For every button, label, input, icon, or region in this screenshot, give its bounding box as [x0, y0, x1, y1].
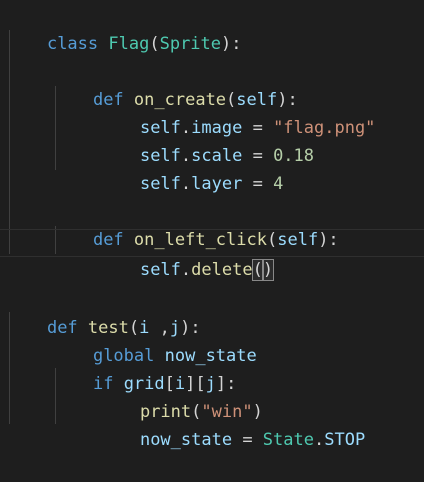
parameter: self — [277, 230, 319, 250]
object: self — [139, 260, 181, 280]
punctuation: ): — [221, 34, 242, 54]
code-line[interactable]: if grid[i][j]: — [52, 342, 236, 394]
code-line[interactable]: def on_left_click(self): — [52, 198, 339, 250]
variable: now_state — [139, 430, 233, 450]
code-line[interactable]: self.layer = 4 — [99, 142, 283, 194]
code-line[interactable]: self.scale = 0.18 — [99, 114, 314, 166]
base-class: Sprite — [159, 34, 222, 54]
punctuation: . — [180, 260, 192, 280]
class-name: Flag — [108, 34, 150, 54]
code-line[interactable]: def test(i ,j): — [6, 286, 201, 338]
bracket-match: ) — [261, 259, 275, 281]
code-line[interactable]: self.image = "flag.png" — [99, 86, 375, 138]
operator: = — [242, 174, 274, 194]
object: self — [139, 174, 181, 194]
code-line[interactable]: print("win") — [99, 370, 263, 422]
code-line[interactable]: def on_create(self): — [52, 58, 298, 110]
number-literal: 4 — [273, 174, 284, 194]
bracket-match: ( — [251, 259, 264, 281]
code-line[interactable]: class Flag(Sprite): — [6, 2, 242, 54]
enum-member: STOP — [324, 430, 366, 450]
keyword: class — [46, 34, 99, 54]
punctuation: ( — [149, 34, 160, 54]
code-line[interactable]: now_state = State.STOP — [99, 398, 365, 450]
code-line[interactable]: self.delete() — [99, 228, 275, 281]
code-line[interactable]: global now_state — [52, 314, 257, 366]
punctuation: ): — [318, 230, 339, 250]
punctuation: . — [180, 174, 192, 194]
punctuation: . — [313, 430, 325, 450]
class-name: State — [262, 430, 314, 450]
method-name: delete — [191, 260, 253, 280]
attribute: layer — [191, 174, 243, 194]
operator: = — [232, 430, 263, 450]
code-editor[interactable]: class Flag(Sprite): def on_create(self):… — [0, 0, 424, 450]
